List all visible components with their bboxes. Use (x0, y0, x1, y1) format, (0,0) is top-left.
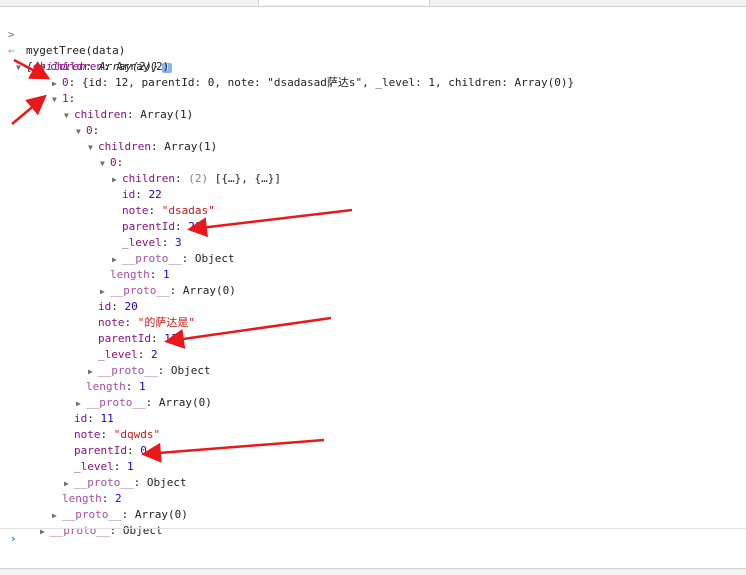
chevron-right-icon: › (10, 532, 17, 545)
tree-row: length: 2 (62, 492, 122, 505)
tree-row: length: 1 (86, 380, 146, 393)
tree-row[interactable]: ▼ children: Array(2) (0, 43, 746, 73)
filter-input[interactable] (258, 0, 430, 5)
tree-row[interactable]: ▶ __proto__: Object (0, 235, 746, 265)
tree-row[interactable]: ▶ 0: {id: 12, parentId: 0, note: "dsadasa… (0, 59, 746, 89)
tree-row: parentId: 11 (98, 332, 178, 345)
tree-row: _level: 3 (122, 236, 182, 249)
tree-row[interactable]: ▶ __proto__: Array(0) (0, 379, 746, 409)
tree-row[interactable]: ▶ __proto__: Object (0, 459, 746, 489)
tree-row: id: 20 (98, 300, 138, 313)
tree-row[interactable]: ▼ 1: (0, 75, 746, 105)
tree-row: length: 1 (110, 268, 170, 281)
tree-row[interactable]: ▶ __proto__: Array(0) (0, 491, 746, 521)
console-input[interactable]: › (0, 530, 746, 548)
tree-row: note: "dsadas" (122, 204, 215, 217)
tree-row[interactable]: ▶ __proto__: Object (0, 507, 746, 537)
tree-row[interactable]: ▶ __proto__: Object (0, 347, 746, 377)
tree-row[interactable]: ▼ 0: (0, 139, 746, 169)
tree-row: _level: 1 (74, 460, 134, 473)
tree-row: note: "的萨达是" (98, 316, 195, 329)
console-result-row[interactable]: ← ▼ {children: Array(2)} i (0, 27, 746, 73)
tree-row[interactable]: ▶ __proto__: Array(0) (0, 267, 746, 297)
tree-row[interactable]: ▼ children: Array(1) (0, 91, 746, 121)
tree-row: _level: 2 (98, 348, 158, 361)
tree-row: note: "dqwds" (74, 428, 161, 441)
tree-row: parentId: 0 (74, 444, 147, 457)
tree-row: id: 11 (74, 412, 114, 425)
devtools-top-strip (0, 0, 746, 7)
tree-row[interactable]: ▼ 0: (0, 107, 746, 137)
console-output: > mygetTree(data) ← ▼ {children: Array(2)… (0, 7, 746, 537)
tree-row[interactable]: ▶ children: (2) [{…}, {…}] (0, 155, 746, 185)
tree-row[interactable]: ▼ children: Array(1) (0, 123, 746, 153)
tree-row: parentId: 20 (122, 220, 202, 233)
console-command-row: > mygetTree(data) (0, 11, 746, 57)
tree-row: id: 22 (122, 188, 162, 201)
console-divider (0, 528, 746, 529)
